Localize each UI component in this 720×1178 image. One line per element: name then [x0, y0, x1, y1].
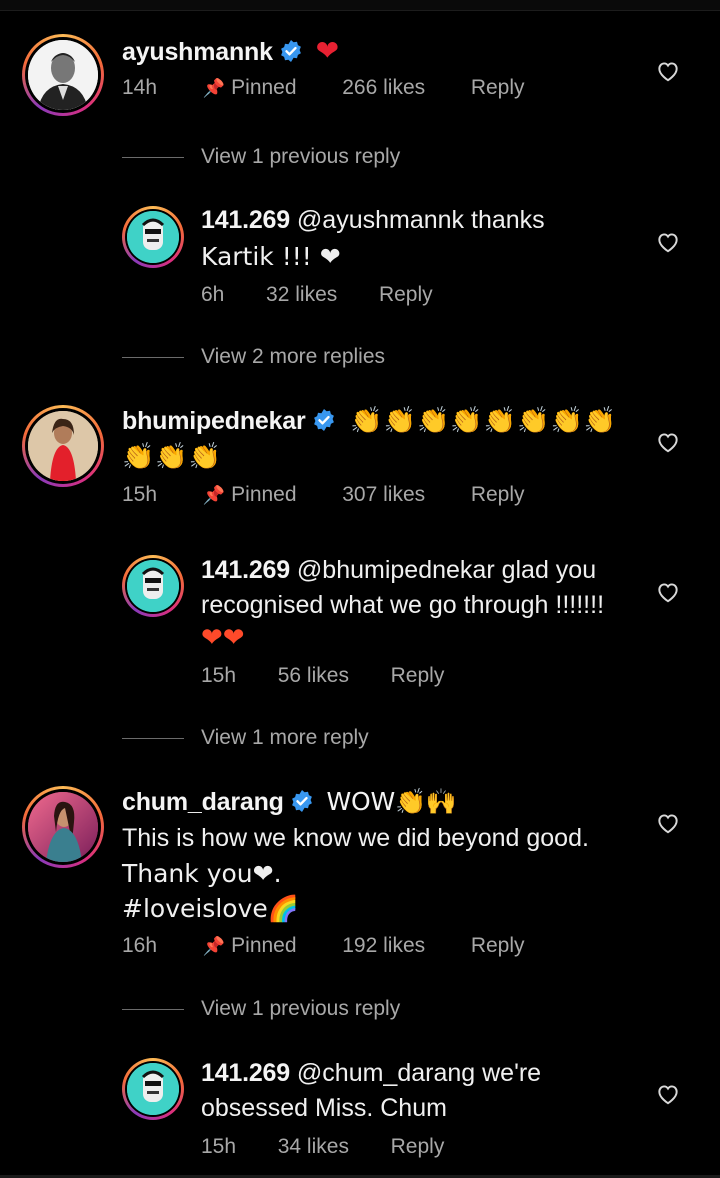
likes-count[interactable]: 266 likes: [342, 76, 425, 99]
like-heart-icon[interactable]: [655, 810, 681, 836]
avatar-141269[interactable]: [122, 1058, 184, 1120]
comment-meta: 16h 📌 Pinned 192 likes Reply: [122, 934, 525, 958]
reply-meta: 15h 56 likes Reply: [201, 664, 444, 688]
reply-button[interactable]: Reply: [379, 283, 433, 306]
avatar-141269[interactable]: [122, 206, 184, 268]
comment-username[interactable]: ayushmannk ❤: [122, 34, 339, 67]
reply-button[interactable]: Reply: [391, 664, 445, 687]
verified-badge-icon: [313, 409, 334, 431]
verified-badge-icon: [280, 40, 301, 62]
avatar-photo: [28, 40, 98, 110]
comment-meta: 14h 📌 Pinned 266 likes Reply: [122, 76, 525, 100]
comment-text-line: Thank you❤.: [122, 859, 282, 888]
avatar-photo: [127, 1063, 179, 1115]
pinned-label: Pinned: [231, 934, 297, 957]
reply-time: 15h: [201, 1135, 237, 1158]
view-more-replies-button[interactable]: View 2 more replies: [201, 345, 385, 369]
top-divider: [0, 0, 720, 11]
avatar-photo: [28, 411, 98, 481]
reply-button[interactable]: Reply: [471, 934, 525, 957]
reply-username[interactable]: 141.269: [201, 556, 290, 584]
divider-line: [122, 157, 184, 158]
reply-line: Kartik !!! ❤: [201, 242, 341, 271]
avatar-photo: [127, 560, 179, 612]
reply-time: 6h: [201, 283, 225, 306]
reply-username[interactable]: 141.269: [201, 206, 290, 234]
like-heart-icon[interactable]: [655, 229, 681, 255]
avatar-chum_darang[interactable]: [22, 786, 104, 868]
avatar-photo: [28, 792, 98, 862]
reply-meta: 6h 32 likes Reply: [201, 283, 433, 307]
comment-text: 👏👏👏👏👏👏👏👏: [350, 406, 618, 436]
pin-icon: 📌: [202, 78, 226, 98]
comment-time: 16h: [122, 934, 158, 957]
comment-meta: 15h 📌 Pinned 307 likes Reply: [122, 483, 525, 507]
pin-icon: 📌: [202, 936, 226, 956]
likes-count[interactable]: 192 likes: [342, 934, 425, 957]
reply-button[interactable]: Reply: [391, 1135, 445, 1158]
view-replies-button[interactable]: View 1 previous reply: [201, 145, 400, 169]
avatar-ayushmannk[interactable]: [22, 34, 104, 116]
reply-username[interactable]: 141.269: [201, 1059, 290, 1087]
reply-button[interactable]: Reply: [471, 76, 525, 99]
comment-time: 15h: [122, 483, 158, 506]
reply-line: @chum_darang we're: [296, 1059, 542, 1087]
reply-text: 141.269 @chum_darang we're: [201, 1056, 541, 1091]
pinned-label: Pinned: [231, 76, 297, 99]
view-replies-button[interactable]: View 1 previous reply: [201, 997, 400, 1021]
divider-line: [122, 357, 184, 358]
reply-meta: 15h 34 likes Reply: [201, 1135, 444, 1159]
like-heart-icon[interactable]: [655, 58, 681, 84]
reply-button[interactable]: Reply: [471, 483, 525, 506]
comment-text-line: 👏👏👏: [122, 442, 223, 472]
avatar-141269[interactable]: [122, 555, 184, 617]
like-heart-icon[interactable]: [655, 1081, 681, 1107]
reply-text: 141.269 @ayushmannk thanks: [201, 203, 545, 238]
comment-text: ❤: [315, 34, 339, 67]
likes-count[interactable]: 32 likes: [266, 283, 337, 306]
reply-line: @ayushmannk thanks: [296, 206, 545, 234]
comment-username[interactable]: bhumipednekar 👏👏👏👏👏👏👏👏: [122, 406, 617, 436]
verified-badge-icon: [291, 790, 312, 812]
like-heart-icon[interactable]: [655, 579, 681, 605]
comment-time: 14h: [122, 76, 158, 99]
comment-text-line: #loveislove🌈: [122, 894, 299, 923]
avatar-photo: [127, 211, 179, 263]
likes-count[interactable]: 56 likes: [278, 664, 349, 687]
pinned-label: Pinned: [231, 483, 297, 506]
divider-line: [122, 738, 184, 739]
likes-count[interactable]: 307 likes: [342, 483, 425, 506]
reply-line: @bhumipednekar glad you: [296, 556, 597, 584]
like-heart-icon[interactable]: [655, 429, 681, 455]
reply-time: 15h: [201, 664, 237, 687]
likes-count[interactable]: 34 likes: [278, 1135, 349, 1158]
reply-text: 141.269 @bhumipednekar glad you: [201, 553, 596, 588]
comment-text: WOW👏🙌: [326, 787, 457, 816]
comment-text-line: This is how we know we did beyond good.: [122, 824, 589, 852]
view-more-replies-button[interactable]: View 1 more reply: [201, 726, 369, 750]
pin-icon: 📌: [202, 485, 226, 505]
reply-line: ❤❤: [201, 623, 245, 653]
divider-line: [122, 1009, 184, 1010]
reply-line: recognised what we go through !!!!!!!: [201, 591, 605, 619]
comment-username[interactable]: chum_darang WOW👏🙌: [122, 787, 457, 817]
reply-line: obsessed Miss. Chum: [201, 1094, 447, 1122]
avatar-bhumipednekar[interactable]: [22, 405, 104, 487]
